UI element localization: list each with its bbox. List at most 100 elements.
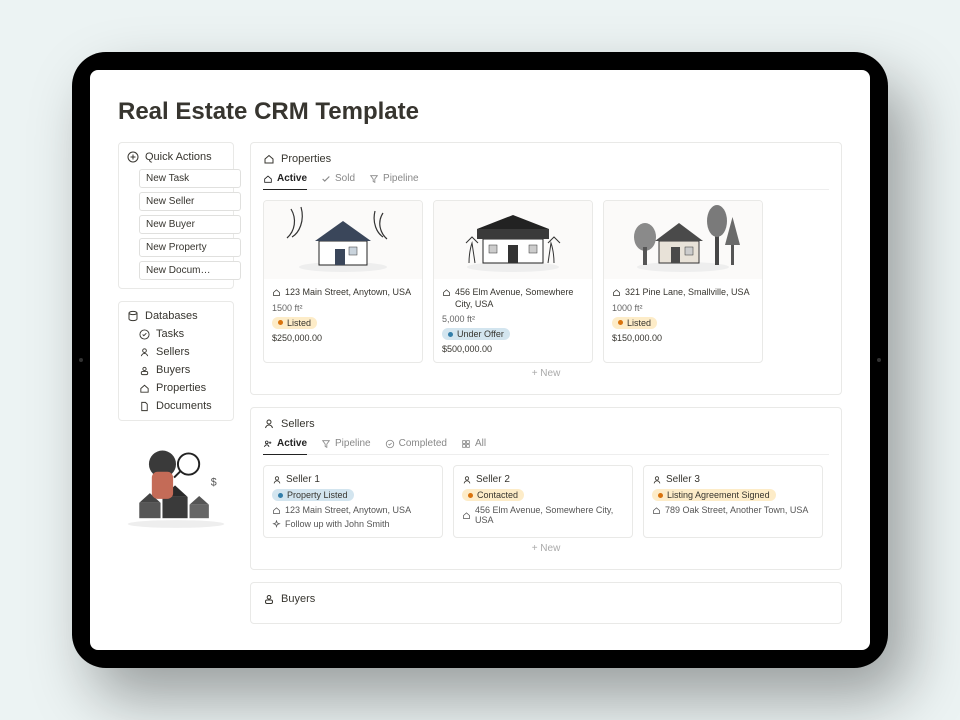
- tab-active[interactable]: Active: [263, 438, 307, 455]
- property-address: 123 Main Street, Anytown, USA: [285, 287, 411, 299]
- app-screen: Real Estate CRM Template Quick Actions N…: [90, 70, 870, 650]
- tab-label: Active: [277, 438, 307, 449]
- seller-name: Seller 1: [286, 474, 320, 485]
- seller-status-badge: Property Listed: [272, 489, 354, 501]
- tab-pipeline[interactable]: Pipeline: [321, 438, 371, 454]
- sidebar: Quick Actions New TaskNew SellerNew Buye…: [118, 142, 234, 644]
- databases-heading: Databases: [127, 310, 225, 322]
- home-icon: [462, 511, 471, 520]
- property-price: $250,000.00: [272, 333, 414, 343]
- property-thumbnail: [434, 201, 592, 279]
- quick-action-button[interactable]: New Buyer: [139, 215, 241, 234]
- seller-card[interactable]: Seller 3 Listing Agreement Signed 789 Oak …: [643, 465, 823, 538]
- home-icon: [263, 153, 275, 165]
- database-item-label: Sellers: [156, 346, 190, 358]
- buyers-heading: Buyers: [263, 593, 829, 605]
- doc-icon: [139, 401, 150, 412]
- quick-actions-heading: Quick Actions: [127, 151, 225, 163]
- properties-block: Properties Active Sold Pipeline 123 Main S…: [250, 142, 842, 395]
- user-icon: [263, 593, 275, 605]
- tab-all[interactable]: All: [461, 438, 486, 454]
- property-sqft: 1000 ft²: [612, 303, 754, 313]
- property-card[interactable]: 123 Main Street, Anytown, USA 1500 ft² Lis…: [263, 200, 423, 363]
- property-price: $150,000.00: [612, 333, 754, 343]
- database-link-sellers[interactable]: Sellers: [139, 346, 225, 358]
- tab-label: Completed: [399, 438, 447, 449]
- home-icon: [272, 288, 281, 297]
- database-link-buyers[interactable]: Buyers: [139, 364, 225, 376]
- properties-heading-label: Properties: [281, 153, 331, 165]
- funnel-icon: [321, 439, 331, 449]
- tablet-button-right: [877, 358, 881, 362]
- seller-card[interactable]: Seller 1 Property Listed 123 Main Street, …: [263, 465, 443, 538]
- database-link-properties[interactable]: Properties: [139, 382, 225, 394]
- buyers-block: Buyers: [250, 582, 842, 624]
- person-icon: [139, 347, 150, 358]
- seller-name: Seller 2: [476, 474, 510, 485]
- tablet-frame: Real Estate CRM Template Quick Actions N…: [72, 52, 888, 668]
- tab-active[interactable]: Active: [263, 173, 307, 190]
- properties-heading: Properties: [263, 153, 829, 165]
- funnel-icon: [369, 174, 379, 184]
- home-icon: [612, 288, 621, 297]
- tab-completed[interactable]: Completed: [385, 438, 447, 454]
- property-thumbnail: [264, 201, 422, 279]
- property-card[interactable]: 321 Pine Lane, Smallville, USA1000 ft²Li…: [603, 200, 763, 363]
- quick-action-button[interactable]: New Docum…: [139, 261, 241, 280]
- tab-sold[interactable]: Sold: [321, 173, 355, 189]
- buyers-heading-label: Buyers: [281, 593, 315, 605]
- property-status-badge: Under Offer: [442, 328, 510, 340]
- property-address: 321 Pine Lane, Smallville, USA: [625, 287, 750, 299]
- person-icon: [462, 475, 472, 485]
- tab-label: Sold: [335, 173, 355, 184]
- tab-label: Active: [277, 173, 307, 184]
- home-icon: [139, 383, 150, 394]
- tab-pipeline[interactable]: Pipeline: [369, 173, 419, 189]
- property-sqft: 1500 ft²: [272, 303, 414, 313]
- sellers-heading-label: Sellers: [281, 418, 315, 430]
- database-link-tasks[interactable]: Tasks: [139, 328, 225, 340]
- user-icon: [139, 365, 150, 376]
- quick-action-button[interactable]: New Seller: [139, 192, 241, 211]
- seller-status-badge: Contacted: [462, 489, 524, 501]
- home-icon: [263, 174, 273, 184]
- person2-icon: [263, 439, 273, 449]
- seller-status-badge: Listing Agreement Signed: [652, 489, 776, 501]
- tab-label: Pipeline: [383, 173, 419, 184]
- seller-address: 123 Main Street, Anytown, USA: [285, 505, 411, 515]
- person-icon: [263, 418, 275, 430]
- seller-name: Seller 3: [666, 474, 700, 485]
- property-card[interactable]: 456 Elm Avenue, Somewhere City, USA 5,000…: [433, 200, 593, 363]
- database-item-label: Buyers: [156, 364, 190, 376]
- sellers-heading: Sellers: [263, 418, 829, 430]
- seller-address: 789 Oak Street, Another Town, USA: [665, 505, 808, 515]
- database-link-documents[interactable]: Documents: [139, 400, 225, 412]
- tab-label: Pipeline: [335, 438, 371, 449]
- home-icon: [652, 506, 661, 515]
- quick-actions-label: Quick Actions: [145, 151, 212, 163]
- done-icon: [385, 439, 395, 449]
- home-icon: [272, 506, 281, 515]
- home-icon: [442, 288, 451, 297]
- quick-actions-panel: Quick Actions New TaskNew SellerNew Buye…: [118, 142, 234, 289]
- databases-label: Databases: [145, 310, 198, 322]
- properties-new-button[interactable]: + New: [263, 363, 829, 384]
- sellers-new-button[interactable]: + New: [263, 538, 829, 559]
- person-icon: [272, 475, 282, 485]
- grid-icon: [461, 439, 471, 449]
- main-content: Properties Active Sold Pipeline 123 Main S…: [250, 142, 842, 644]
- quick-action-button[interactable]: New Property: [139, 238, 241, 257]
- spark-icon: [272, 520, 281, 529]
- svg-text:$: $: [211, 476, 217, 488]
- database-item-label: Properties: [156, 382, 206, 394]
- seller-card[interactable]: Seller 2Contacted456 Elm Avenue, Somewhe…: [453, 465, 633, 538]
- sidebar-illustration: $: [118, 437, 234, 532]
- property-price: $500,000.00: [442, 344, 584, 354]
- property-thumbnail: [604, 201, 762, 279]
- quick-action-button[interactable]: New Task: [139, 169, 241, 188]
- property-address: 456 Elm Avenue, Somewhere City, USA: [455, 287, 584, 310]
- property-sqft: 5,000 ft²: [442, 314, 584, 324]
- seller-note: Follow up with John Smith: [285, 519, 390, 529]
- property-status-badge: Listed: [272, 317, 317, 329]
- database-icon: [127, 310, 139, 322]
